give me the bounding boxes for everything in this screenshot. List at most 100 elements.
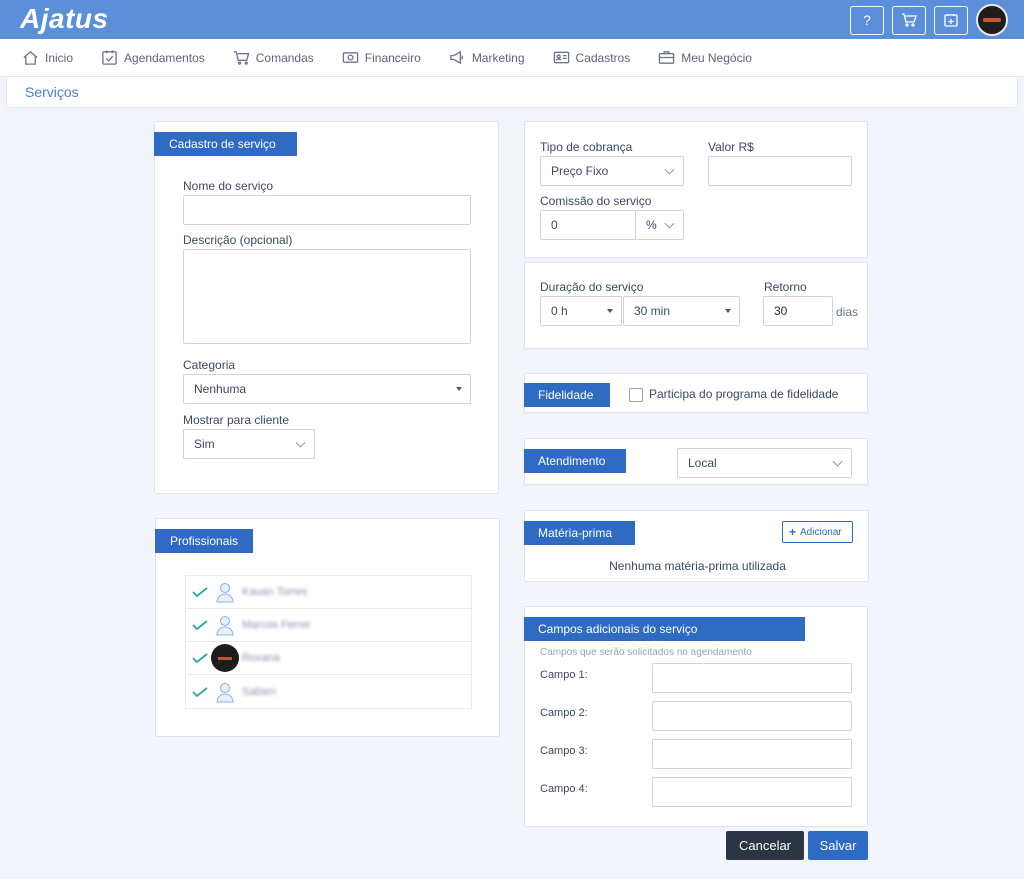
chevron-down-icon (664, 218, 675, 229)
retorno-unit: dias (836, 305, 859, 319)
nav-marketing[interactable]: Marketing (449, 49, 525, 66)
nav-agendamentos[interactable]: Agendamentos (101, 49, 205, 66)
campo-1-label: Campo 1: (540, 669, 588, 681)
duracao-minutes-select[interactable]: 30 min (623, 296, 740, 326)
duracao-minutes: 30 min (634, 304, 671, 318)
cadastro-tab: Cadastro de serviço (154, 132, 297, 156)
valor-label: Valor R$ (708, 140, 754, 154)
nav-inicio[interactable]: Inicio (22, 49, 73, 66)
materia-empty-text: Nenhuma matéria-prima utilizada (609, 559, 786, 573)
categoria-label: Categoria (183, 358, 236, 372)
campo-3-input[interactable] (652, 739, 852, 769)
home-icon (23, 50, 38, 65)
mostrar-label: Mostrar para cliente (183, 413, 290, 427)
nav-label: Comandas (255, 50, 314, 65)
user-icon (214, 581, 236, 603)
campo-1-input[interactable] (652, 663, 852, 693)
cancel-button[interactable]: Cancelar (726, 831, 804, 860)
help-icon: ? (863, 12, 871, 28)
fidelidade-card: Fidelidade Participa do programa de fide… (524, 373, 868, 413)
campo-4-label: Campo 4: (540, 783, 588, 795)
profissional-name: Kauan Torres (242, 586, 308, 598)
campos-card: Campos adicionais do serviço Campos que … (524, 606, 868, 827)
profissional-name: Marcos Ferrer (242, 619, 312, 631)
descricao-textarea[interactable] (183, 249, 471, 344)
comissao-unit-select[interactable]: % (635, 210, 684, 240)
user-icon (214, 614, 236, 636)
atendimento-tab: Atendimento (524, 449, 626, 473)
duracao-label: Duração do serviço (540, 280, 644, 294)
comissao-input[interactable]: 0 (540, 210, 636, 240)
check-icon (192, 686, 208, 697)
plus-icon: + (789, 525, 797, 539)
table-row[interactable]: Roxana (186, 642, 471, 675)
chevron-down-icon (295, 437, 306, 448)
user-avatar[interactable] (976, 4, 1008, 36)
profissional-name: Sabien (242, 685, 277, 698)
atendimento-select[interactable]: Local (677, 448, 852, 478)
cadastro-card: Cadastro de serviço Nome do serviço Desc… (154, 121, 499, 494)
caret-down-icon (607, 309, 613, 313)
calendar-add-button[interactable] (934, 5, 968, 35)
categoria-select[interactable]: Nenhuma (183, 374, 471, 404)
categoria-value: Nenhuma (194, 382, 247, 396)
nav-comandas[interactable]: Comandas (233, 49, 314, 66)
main-nav: Inicio Agendamentos Comandas Financeiro … (0, 39, 1024, 77)
add-materia-label: Adicionar (800, 526, 842, 538)
nav-cadastros[interactable]: Cadastros (553, 49, 631, 66)
retorno-label: Retorno (764, 280, 807, 294)
atendimento-value: Local (688, 456, 717, 470)
profissionais-tab: Profissionais (155, 529, 253, 553)
avatar (211, 644, 239, 672)
user-icon (214, 681, 236, 703)
campo-2-input[interactable] (652, 701, 852, 731)
add-materia-button[interactable]: + Adicionar (782, 521, 853, 543)
retorno-input[interactable]: 30 (763, 296, 833, 326)
table-row[interactable]: Sabien (186, 675, 471, 708)
nav-meu-negocio[interactable]: Meu Negócio (658, 49, 752, 66)
fidelidade-checkbox-label[interactable]: Participa do programa de fidelidade (649, 387, 838, 401)
chevron-down-icon (664, 164, 675, 175)
caret-down-icon (456, 387, 462, 391)
cart-icon (902, 13, 917, 27)
table-row[interactable]: Marcos Ferrer (186, 609, 471, 642)
nav-financeiro[interactable]: Financeiro (342, 49, 421, 66)
page-title: Serviços (25, 84, 79, 100)
descricao-label: Descrição (opcional) (183, 233, 293, 247)
tipo-select[interactable]: Preço Fixo (540, 156, 684, 186)
caret-down-icon (725, 309, 731, 313)
chevron-down-icon (832, 456, 843, 467)
save-button[interactable]: Salvar (808, 831, 868, 860)
nome-input[interactable] (183, 195, 471, 225)
campo-3-label: Campo 3: (540, 745, 588, 757)
check-icon (192, 653, 208, 663)
campos-subtitle: Campos que serão solicitados no agendame… (540, 647, 752, 658)
nav-label: Agendamentos (124, 50, 205, 65)
fidelidade-checkbox[interactable] (629, 388, 643, 402)
mostrar-select[interactable]: Sim (183, 429, 315, 459)
nav-label: Meu Negócio (681, 50, 752, 65)
valor-input[interactable] (708, 156, 852, 186)
cart-button[interactable] (892, 5, 926, 35)
profissional-name: Roxana (242, 652, 280, 664)
calendar-check-icon (102, 50, 117, 65)
campo-4-input[interactable] (652, 777, 852, 807)
duracao-hours: 0 h (551, 304, 568, 318)
check-icon (192, 620, 208, 630)
nav-label: Cadastros (575, 50, 631, 65)
help-button[interactable]: ? (850, 5, 884, 35)
fidelidade-tab: Fidelidade (524, 383, 610, 407)
nav-label: Inicio (45, 50, 74, 65)
campo-2-label: Campo 2: (540, 707, 588, 719)
duracao-hours-select[interactable]: 0 h (540, 296, 622, 326)
table-row[interactable]: Kauan Torres (186, 576, 471, 609)
profissionais-card: Profissionais Kauan Torres Marcos Ferrer… (155, 518, 500, 737)
page-title-bar: Serviços (6, 77, 1018, 108)
mostrar-value: Sim (194, 437, 215, 451)
profissionais-table: Kauan Torres Marcos Ferrer Roxana Sabien (185, 575, 472, 709)
id-card-icon (553, 51, 569, 64)
materia-card: Matéria-prima + Adicionar Nenhuma matéri… (524, 510, 869, 582)
app-logo[interactable]: Ajatus (20, 2, 109, 36)
top-bar: Ajatus ? (0, 0, 1024, 39)
comissao-unit: % (646, 218, 657, 232)
